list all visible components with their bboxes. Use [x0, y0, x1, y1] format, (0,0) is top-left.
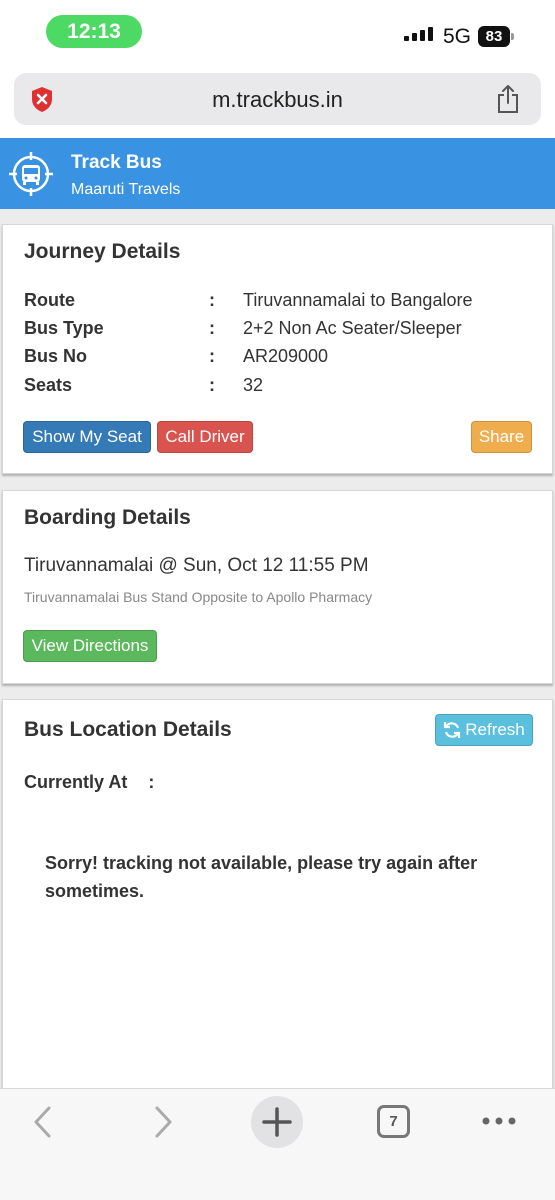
separator: :: [209, 290, 215, 310]
call-driver-button[interactable]: Call Driver: [157, 421, 253, 453]
browser-address-area: m.trackbus.in: [0, 62, 555, 138]
share-icon[interactable]: [495, 84, 521, 114]
separator: :: [209, 375, 215, 395]
refresh-label: Refresh: [465, 720, 525, 739]
bus-type-label: Bus Type: [24, 318, 104, 338]
network-type: 5G: [443, 25, 472, 48]
plus-icon: [262, 1107, 292, 1137]
currently-at-label: Currently At: [24, 772, 128, 792]
route-value: Tiruvannamalai to Bangalore: [243, 290, 473, 310]
boarding-address: Tiruvannamalai Bus Stand Opposite to Apo…: [24, 589, 373, 605]
tracking-message: Sorry! tracking not available, please tr…: [45, 853, 478, 901]
url-text[interactable]: m.trackbus.in: [14, 87, 541, 113]
bus-target-icon: [9, 152, 53, 196]
separator: :: [148, 772, 155, 792]
new-tab-button[interactable]: [251, 1096, 303, 1148]
battery-level: 83: [478, 26, 510, 47]
seats-value: 32: [243, 375, 264, 395]
app-subtitle: Maaruti Travels: [71, 181, 181, 198]
separator: :: [209, 346, 215, 366]
seats-label: Seats: [24, 375, 73, 395]
address-bar[interactable]: m.trackbus.in: [14, 73, 541, 125]
bus-type-value: 2+2 Non Ac Seater/Sleeper: [243, 318, 462, 338]
chevron-right-icon[interactable]: [150, 1105, 176, 1139]
more-icon[interactable]: [481, 1115, 517, 1127]
bus-location-card: Bus Location Details Refresh Currently A…: [2, 699, 553, 1099]
status-time: 12:13: [46, 15, 142, 48]
status-bar: 12:13 5G 83: [0, 0, 555, 62]
boarding-place: Tiruvannamalai @ Sun, Oct 12 11:55 PM: [24, 555, 369, 576]
app-header: Track Bus Maaruti Travels: [0, 138, 555, 209]
refresh-button[interactable]: Refresh: [435, 714, 533, 746]
signal-icon: [404, 27, 433, 41]
journey-details-card: Journey Details Route : Tiruvannamalai t…: [2, 224, 553, 474]
bus-no-label: Bus No: [24, 346, 87, 366]
currently-at: Currently At :: [24, 772, 154, 793]
share-button[interactable]: Share: [471, 421, 532, 453]
boarding-details-card: Boarding Details Tiruvannamalai @ Sun, O…: [2, 490, 553, 684]
refresh-icon: [444, 722, 461, 738]
show-my-seat-button[interactable]: Show My Seat: [23, 421, 151, 453]
chevron-left-icon[interactable]: [30, 1105, 56, 1139]
app-title: Track Bus: [71, 152, 162, 173]
location-title: Bus Location Details: [24, 718, 232, 741]
tabs-count-button[interactable]: 7: [377, 1105, 410, 1138]
bus-no-value: AR209000: [243, 346, 329, 366]
boarding-title: Boarding Details: [24, 506, 191, 529]
separator: :: [209, 318, 215, 338]
browser-toolbar: 7: [0, 1088, 555, 1200]
view-directions-button[interactable]: View Directions: [23, 630, 157, 662]
route-label: Route: [24, 290, 75, 310]
battery-icon: 83: [478, 26, 516, 47]
journey-title: Journey Details: [24, 240, 181, 263]
